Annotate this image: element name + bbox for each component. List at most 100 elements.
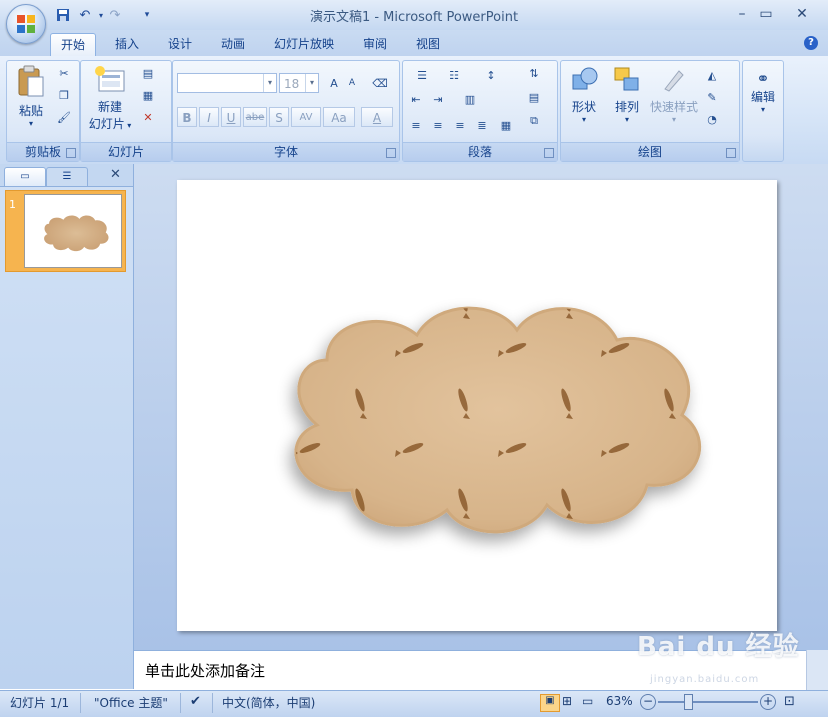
office-button[interactable] xyxy=(6,4,46,44)
watermark-logo: Bai du 经验 xyxy=(637,632,800,662)
paste-dropdown-icon: ▾ xyxy=(28,119,33,128)
shapes-button[interactable]: 形状 ▾ xyxy=(563,65,605,124)
quick-styles-button[interactable]: 快速样式 ▾ xyxy=(647,65,701,124)
help-icon[interactable]: ? xyxy=(804,36,818,50)
align-left-icon[interactable]: ≡ xyxy=(407,117,425,133)
font-group: ▾ 18 ▾ A A ⌫ B I U abe S AV Aa A 字体 xyxy=(172,60,400,162)
normal-view-icon[interactable]: ▣ xyxy=(540,694,560,712)
fit-to-window-icon[interactable]: ⊡ xyxy=(784,694,795,709)
tab-insert[interactable]: 插入 xyxy=(105,33,149,55)
quick-styles-label: 快速样式 xyxy=(649,100,698,114)
tab-design[interactable]: 设计 xyxy=(158,33,202,55)
paste-button[interactable]: 粘贴 ▾ xyxy=(11,65,51,128)
font-name-arrow-icon: ▾ xyxy=(263,74,276,92)
font-launcher-icon[interactable] xyxy=(386,148,396,158)
watermark-url: jingyan.baidu.com xyxy=(650,674,760,685)
slide-canvas[interactable] xyxy=(177,180,777,631)
arrange-icon xyxy=(614,67,639,91)
char-spacing-button[interactable]: AV xyxy=(291,107,321,127)
shrink-font-icon[interactable]: A xyxy=(343,75,361,91)
editing-label: 编辑 xyxy=(750,90,775,104)
drawing-launcher-icon[interactable] xyxy=(726,148,736,158)
arrange-dropdown-icon: ▾ xyxy=(624,115,629,124)
slide-thumbnail[interactable] xyxy=(24,194,122,268)
align-right-icon[interactable]: ≡ xyxy=(451,117,469,133)
cloud-shape[interactable] xyxy=(177,180,777,631)
align-center-icon[interactable]: ≡ xyxy=(429,117,447,133)
slide-sorter-icon[interactable]: ⊞ xyxy=(562,694,572,708)
status-slide-info: 幻灯片 1/1 xyxy=(10,696,70,710)
status-separator xyxy=(180,693,181,713)
grow-font-icon[interactable]: A xyxy=(325,75,343,91)
layout-icon[interactable]: ▤ xyxy=(139,65,157,81)
delete-slide-icon[interactable]: ✕ xyxy=(139,109,157,125)
zoom-level[interactable]: 63% xyxy=(606,694,633,708)
line-spacing-icon[interactable]: ↕ xyxy=(475,67,507,83)
notes-placeholder[interactable]: 单击此处添加备注 xyxy=(145,660,265,681)
bullets-icon[interactable]: ☰ xyxy=(407,67,437,83)
shadow-button[interactable]: S xyxy=(269,107,289,127)
status-language[interactable]: 中文(简体，中国) xyxy=(222,694,315,711)
tab-home[interactable]: 开始 xyxy=(50,33,97,56)
font-size-dropdown[interactable]: 18 ▾ xyxy=(279,73,319,93)
shape-outline-icon[interactable]: ✎ xyxy=(703,89,721,105)
distributed-icon[interactable]: ▦ xyxy=(497,117,515,133)
shapes-label: 形状 xyxy=(571,100,596,114)
font-size-value: 18 xyxy=(284,77,300,91)
office-logo-icon xyxy=(17,15,35,33)
strikethrough-button[interactable]: abe xyxy=(243,107,267,127)
decrease-indent-icon[interactable]: ⇤ xyxy=(407,91,425,107)
format-painter-icon[interactable]: 🖌 xyxy=(55,109,73,125)
smartart-icon[interactable]: ⧉ xyxy=(521,113,547,129)
status-theme: "Office 主题" xyxy=(94,696,168,710)
justify-icon[interactable]: ≣ xyxy=(473,117,491,133)
change-case-button[interactable]: Aa xyxy=(323,107,355,127)
copy-icon[interactable]: ❐ xyxy=(55,87,73,103)
slideshow-view-icon[interactable]: ▭ xyxy=(582,694,593,708)
editing-group: ⚭ 编辑 ▾ xyxy=(742,60,784,162)
notes-scrollbar[interactable] xyxy=(806,650,828,690)
zoom-in-icon[interactable]: + xyxy=(760,694,776,710)
columns-icon[interactable]: ▥ xyxy=(455,91,485,107)
align-text-icon[interactable]: ▤ xyxy=(521,89,547,105)
italic-button[interactable]: I xyxy=(199,107,219,127)
new-slide-button[interactable]: 新建 幻灯片 ▾ xyxy=(83,65,137,132)
underline-button[interactable]: U xyxy=(221,107,241,127)
arrange-label: 排列 xyxy=(614,100,639,114)
font-color-button[interactable]: A xyxy=(361,107,393,127)
editing-dropdown-icon: ▾ xyxy=(760,105,765,114)
spell-check-icon[interactable]: ✔ xyxy=(190,694,201,709)
reset-icon[interactable]: ▦ xyxy=(139,87,157,103)
clear-format-icon[interactable]: ⌫ xyxy=(371,75,389,91)
slides-pane-close-icon[interactable]: ✕ xyxy=(110,167,121,182)
shapes-dropdown-icon: ▾ xyxy=(581,115,586,124)
tab-slideshow[interactable]: 幻灯片放映 xyxy=(264,33,344,55)
tab-outline[interactable]: ☰ xyxy=(46,167,88,186)
shape-fill-icon[interactable]: ◭ xyxy=(703,67,721,83)
tab-view[interactable]: 视图 xyxy=(406,33,450,55)
binoculars-icon: ⚭ xyxy=(756,69,770,88)
clipboard-launcher-icon[interactable] xyxy=(66,148,76,158)
paragraph-launcher-icon[interactable] xyxy=(544,148,554,158)
increase-indent-icon[interactable]: ⇥ xyxy=(429,91,447,107)
quick-styles-icon xyxy=(664,70,684,92)
font-name-dropdown[interactable]: ▾ xyxy=(177,73,277,93)
shapes-icon xyxy=(572,67,598,90)
tab-slides[interactable]: ▭ xyxy=(4,167,46,186)
editing-button[interactable]: ⚭ 编辑 ▾ xyxy=(743,69,783,114)
maximize-button[interactable]: ▭ xyxy=(752,4,780,24)
zoom-slider-track[interactable] xyxy=(658,701,758,703)
bold-button[interactable]: B xyxy=(177,107,197,127)
zoom-slider-thumb[interactable] xyxy=(684,694,693,710)
shape-effects-icon[interactable]: ◔ xyxy=(703,111,721,127)
numbering-icon[interactable]: ☷ xyxy=(439,67,469,83)
new-slide-label-2: 幻灯片 xyxy=(88,117,125,131)
tab-animations[interactable]: 动画 xyxy=(211,33,255,55)
arrange-button[interactable]: 排列 ▾ xyxy=(607,65,647,124)
zoom-out-icon[interactable]: − xyxy=(640,694,656,710)
text-direction-icon[interactable]: ⇅ xyxy=(521,65,547,81)
tab-review[interactable]: 审阅 xyxy=(353,33,397,55)
cut-icon[interactable]: ✂ xyxy=(55,65,73,81)
new-slide-icon xyxy=(95,66,125,92)
close-button[interactable]: ✕ xyxy=(788,4,816,24)
